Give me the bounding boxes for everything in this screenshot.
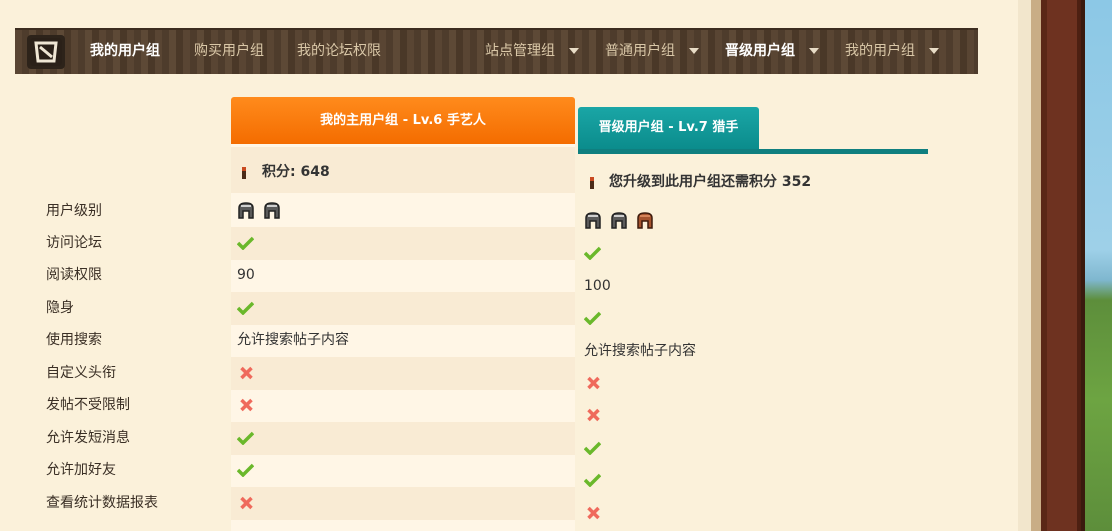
torch-icon — [242, 167, 246, 179]
cross-icon — [587, 506, 600, 520]
nav-my-usergroup[interactable]: 我的用户组 — [90, 30, 160, 74]
check-icon — [584, 441, 601, 455]
row-label-view-stats: 查看统计数据报表 — [46, 495, 158, 511]
background-scenery — [1081, 0, 1112, 531]
main-score: 积分: 648 — [262, 164, 330, 180]
row-label-user-level: 用户级别 — [46, 203, 102, 219]
row-label-read-permission: 阅读权限 — [46, 267, 102, 283]
helmet-icon — [264, 202, 280, 219]
row-label-add-friend: 允许加好友 — [46, 462, 116, 478]
row-bg — [231, 487, 575, 520]
site-logo-icon[interactable] — [27, 35, 65, 69]
upgrade-score-needed: 您升级到此用户组还需积分 352 — [609, 174, 812, 190]
nav-upgrade-groups-label: 晋级用户组 — [725, 43, 795, 59]
chevron-down-icon — [689, 48, 699, 54]
cross-icon — [587, 376, 600, 390]
chevron-down-icon — [929, 48, 939, 54]
cross-icon — [240, 496, 253, 510]
row-bg — [231, 357, 575, 390]
main-group-header: 我的主用户组 - Lv.6 手艺人 — [231, 97, 575, 144]
torch-icon — [590, 177, 594, 189]
chevron-down-icon — [569, 48, 579, 54]
row-bg — [231, 227, 575, 260]
row-label-use-search: 使用搜索 — [46, 332, 102, 348]
check-icon — [237, 431, 254, 445]
cross-icon — [587, 408, 600, 422]
row-label-post-unlimited: 发帖不受限制 — [46, 397, 130, 413]
cross-icon — [240, 398, 253, 412]
frame-border-tan — [1031, 0, 1041, 531]
helmet-icon — [611, 212, 627, 229]
nav-normal-groups[interactable]: 普通用户组 — [605, 30, 699, 74]
helmet-icon — [238, 202, 254, 219]
upgrade-search-value: 允许搜索帖子内容 — [584, 343, 696, 359]
upgrade-read-permission-value: 100 — [584, 278, 611, 294]
frame-border-light — [1018, 0, 1031, 531]
cross-icon — [240, 366, 253, 380]
row-bg — [231, 292, 575, 325]
nav-admin-groups[interactable]: 站点管理组 — [485, 30, 579, 74]
upgrade-group-underline — [578, 149, 928, 154]
nav-normal-groups-label: 普通用户组 — [605, 43, 675, 59]
top-nav: 我的用户组 购买用户组 我的论坛权限 站点管理组 普通用户组 晋级用户组 我的用… — [15, 28, 978, 74]
row-bg — [231, 422, 575, 455]
check-icon — [584, 311, 601, 325]
nav-buy-usergroup[interactable]: 购买用户组 — [194, 30, 264, 74]
row-label-visit-forum: 访问论坛 — [46, 235, 102, 251]
nav-my-groups-label: 我的用户组 — [845, 43, 915, 59]
row-label-invisible: 隐身 — [46, 300, 74, 316]
nav-forum-permissions[interactable]: 我的论坛权限 — [297, 30, 381, 74]
nav-admin-groups-label: 站点管理组 — [485, 43, 555, 59]
nav-my-groups-dropdown[interactable]: 我的用户组 — [845, 30, 939, 74]
leather-helmet-icon — [637, 212, 653, 229]
row-label-send-pm: 允许发短消息 — [46, 430, 130, 446]
check-icon — [584, 246, 601, 260]
check-icon — [237, 301, 254, 315]
helmet-icon — [585, 212, 601, 229]
nav-upgrade-groups[interactable]: 晋级用户组 — [725, 30, 819, 74]
chevron-down-icon — [809, 48, 819, 54]
upgrade-group-tab[interactable]: 晋级用户组 - Lv.7 猎手 — [578, 107, 759, 149]
main-read-permission-value: 90 — [237, 267, 255, 283]
main-search-value: 允许搜索帖子内容 — [237, 332, 349, 348]
frame-border-wood — [1041, 0, 1081, 531]
check-icon — [584, 473, 601, 487]
row-label-custom-title: 自定义头衔 — [46, 365, 116, 381]
check-icon — [237, 463, 254, 477]
check-icon — [237, 236, 254, 250]
